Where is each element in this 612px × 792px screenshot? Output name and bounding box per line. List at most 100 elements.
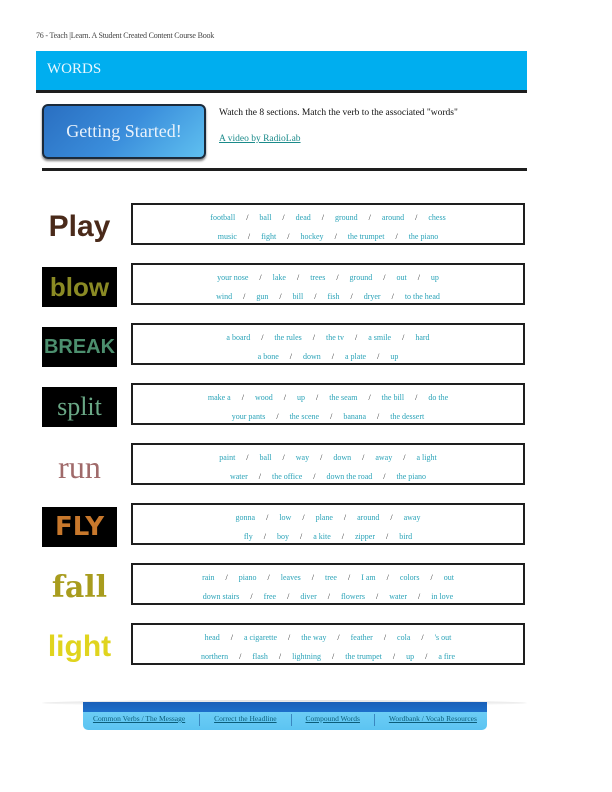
word-item[interactable]: plane [316,513,333,522]
word-row: paint / ball / way / down / away / a light [133,453,523,462]
word-item[interactable]: up [406,652,414,661]
word-item[interactable]: dead [296,213,311,222]
word-item[interactable]: boy [277,532,289,541]
word-item[interactable]: banana [343,412,366,421]
word-item[interactable]: a kite [313,532,331,541]
word-item[interactable]: hard [415,333,429,342]
word-item[interactable]: bill [293,292,304,301]
word-item[interactable]: diver [300,592,316,601]
word-item[interactable]: wind [216,292,232,301]
word-item[interactable]: a cigarette [244,633,277,642]
word-item[interactable]: a board [226,333,250,342]
footer-link-correct-headline[interactable]: Correct the Headline [208,714,282,726]
word-item[interactable]: I am [361,573,375,582]
word-item[interactable]: the tv [326,333,344,342]
word-item[interactable]: 's out [435,633,452,642]
slash-separator: / [377,412,380,421]
word-item[interactable]: dryer [364,292,381,301]
slash-separator: / [278,652,282,661]
word-item[interactable]: a plate [345,352,366,361]
word-item[interactable]: ground [335,213,358,222]
word-item[interactable]: do the [428,393,448,402]
slash-separator: / [315,393,319,402]
word-item[interactable]: around [382,213,404,222]
word-item[interactable]: fly [244,532,253,541]
word-item[interactable]: up [390,352,398,361]
word-item[interactable]: hockey [300,232,323,241]
word-item[interactable]: the way [301,633,326,642]
word-item[interactable]: up [431,273,439,282]
word-item[interactable]: leaves [281,573,301,582]
word-item[interactable]: cola [397,633,410,642]
word-item[interactable]: away [375,453,392,462]
word-item[interactable]: piano [239,573,257,582]
word-item[interactable]: gun [256,292,268,301]
word-item[interactable]: down [303,352,321,361]
word-item[interactable]: low [279,513,291,522]
word-item[interactable]: ball [259,213,271,222]
word-item[interactable]: a smile [368,333,391,342]
word-item[interactable]: the rules [274,333,301,342]
word-item[interactable]: the trumpet [348,232,385,241]
word-item[interactable]: trees [310,273,325,282]
footer-link-common-verbs[interactable]: Common Verbs / The Message [87,714,191,726]
word-item[interactable]: chess [428,213,445,222]
getting-started-button[interactable]: Getting Started! [42,104,206,159]
word-item[interactable]: music [218,232,237,241]
word-item[interactable]: fish [327,292,339,301]
word-item[interactable]: out [396,273,406,282]
word-item[interactable]: the bill [382,393,404,402]
word-item[interactable]: your pants [232,412,266,421]
word-item[interactable]: the office [272,472,302,481]
word-item[interactable]: a light [416,453,436,462]
word-item[interactable]: way [296,453,309,462]
word-item[interactable]: a bone [258,352,279,361]
word-item[interactable]: the seam [329,393,357,402]
word-item[interactable]: head [205,633,220,642]
word-item[interactable]: to the head [405,292,440,301]
word-item[interactable]: lightning [292,652,321,661]
word-item[interactable]: your nose [217,273,248,282]
footer-separator [290,714,292,726]
word-item[interactable]: the piano [396,472,426,481]
footer-link-wordbank[interactable]: Wordbank / Vocab Resources [383,714,483,726]
word-item[interactable]: the scene [290,412,320,421]
word-item[interactable]: down [333,453,351,462]
slash-separator: / [418,592,421,601]
word-item[interactable]: free [264,592,276,601]
word-item[interactable]: tree [325,573,337,582]
word-item[interactable]: colors [400,573,420,582]
word-box-light: head / a cigarette / the way / feather / cola / 's… [131,623,525,665]
word-item[interactable]: zipper [355,532,375,541]
word-item[interactable]: ground [350,273,373,282]
word-item[interactable]: bird [399,532,412,541]
word-item[interactable]: down the road [326,472,372,481]
word-item[interactable]: the piano [409,232,439,241]
word-item[interactable]: paint [219,453,235,462]
word-item[interactable]: gonna [236,513,256,522]
word-item[interactable]: feather [351,633,373,642]
word-item[interactable]: around [357,513,379,522]
word-item[interactable]: away [404,513,421,522]
word-item[interactable]: out [444,573,454,582]
word-item[interactable]: rain [202,573,214,582]
word-item[interactable]: fight [261,232,276,241]
word-item[interactable]: flowers [341,592,365,601]
word-item[interactable]: the trumpet [345,652,382,661]
word-item[interactable]: water [389,592,407,601]
footer-link-compound-words[interactable]: Compound Words [299,714,365,726]
word-item[interactable]: football [210,213,235,222]
word-item[interactable]: flash [252,652,268,661]
word-item[interactable]: the dessert [390,412,424,421]
video-link[interactable]: A video by RadioLab [219,134,301,144]
word-item[interactable]: northern [201,652,228,661]
word-item[interactable]: lake [273,273,286,282]
word-item[interactable]: in love [431,592,453,601]
word-item[interactable]: ball [260,453,272,462]
word-item[interactable]: up [297,393,305,402]
word-item[interactable]: make a [208,393,231,402]
word-item[interactable]: wood [255,393,273,402]
word-item[interactable]: down stairs [203,592,240,601]
word-item[interactable]: water [230,472,248,481]
word-item[interactable]: a fire [438,652,455,661]
